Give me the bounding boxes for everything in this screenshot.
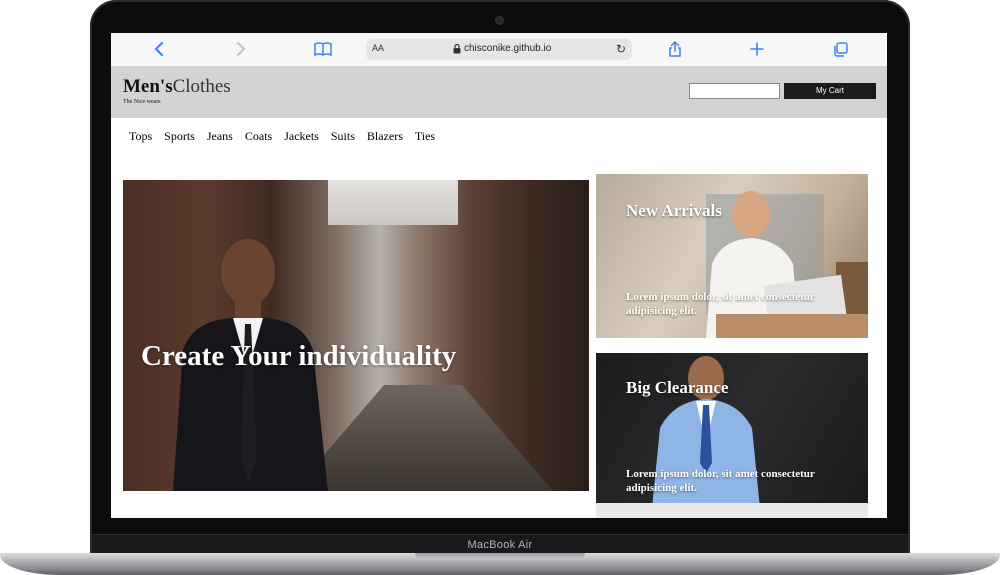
nav-item-coats[interactable]: Coats: [245, 129, 272, 145]
laptop-chin: MacBook Air: [92, 534, 908, 555]
nav-item-jackets[interactable]: Jackets: [284, 129, 319, 145]
new-arrivals-card[interactable]: New Arrivals Lorem ipsum dolor, sit amet…: [596, 174, 868, 338]
url-text: chisconike.github.io: [464, 43, 552, 54]
laptop-notch: [415, 553, 585, 559]
forward-icon[interactable]: [229, 38, 253, 60]
nav-item-jeans[interactable]: Jeans: [207, 129, 233, 145]
search-input[interactable]: [689, 83, 780, 99]
site-logo[interactable]: Men'sClothes: [123, 77, 231, 97]
site-header: Men'sClothes The Nice wears My Cart: [111, 66, 887, 118]
address-bar[interactable]: AA chisconike.github.io ↻: [366, 39, 632, 60]
share-icon[interactable]: [663, 38, 687, 60]
bookmarks-icon[interactable]: [311, 38, 335, 60]
new-arrivals-text: Lorem ipsum dolor, sit amet consectetur …: [626, 291, 815, 317]
big-clearance-card[interactable]: Big Clearance Lorem ipsum dolor, sit ame…: [596, 353, 868, 518]
logo-bold-text: Men's: [123, 76, 173, 97]
nav-item-ties[interactable]: Ties: [415, 129, 435, 145]
my-cart-button[interactable]: My Cart: [784, 83, 876, 99]
nav-item-sports[interactable]: Sports: [164, 129, 195, 145]
nav-item-suits[interactable]: Suits: [331, 129, 355, 145]
new-tab-icon[interactable]: [745, 38, 769, 60]
hero-sky-background: [328, 180, 458, 225]
big-clearance-text: Lorem ipsum dolor, sit amet consectetur …: [626, 468, 815, 494]
reader-text-size-button[interactable]: AA: [372, 43, 384, 53]
new-arrivals-title: New Arrivals: [626, 201, 722, 220]
site-tagline: The Nice wears: [123, 99, 161, 105]
reload-icon[interactable]: ↻: [616, 42, 626, 56]
logo-light-text: Clothes: [172, 76, 231, 97]
laptop-mockup: AA chisconike.github.io ↻ Men'sClothes T…: [0, 0, 1000, 575]
hero-title: Create Your individuality: [141, 340, 457, 372]
webcam: [496, 17, 503, 24]
nav-item-tops[interactable]: Tops: [129, 129, 152, 145]
browser-screen: AA chisconike.github.io ↻ Men'sClothes T…: [111, 33, 887, 518]
nav-item-blazers[interactable]: Blazers: [367, 129, 403, 145]
browser-toolbar: AA chisconike.github.io ↻: [111, 33, 887, 67]
back-icon[interactable]: [147, 38, 171, 60]
big-clearance-title: Big Clearance: [626, 378, 729, 397]
lock-icon: [453, 43, 461, 57]
category-nav: Tops Sports Jeans Coats Jackets Suits Bl…: [129, 129, 447, 145]
tabs-overview-icon[interactable]: [828, 38, 852, 60]
hero-banner[interactable]: Create Your individuality: [123, 180, 589, 491]
